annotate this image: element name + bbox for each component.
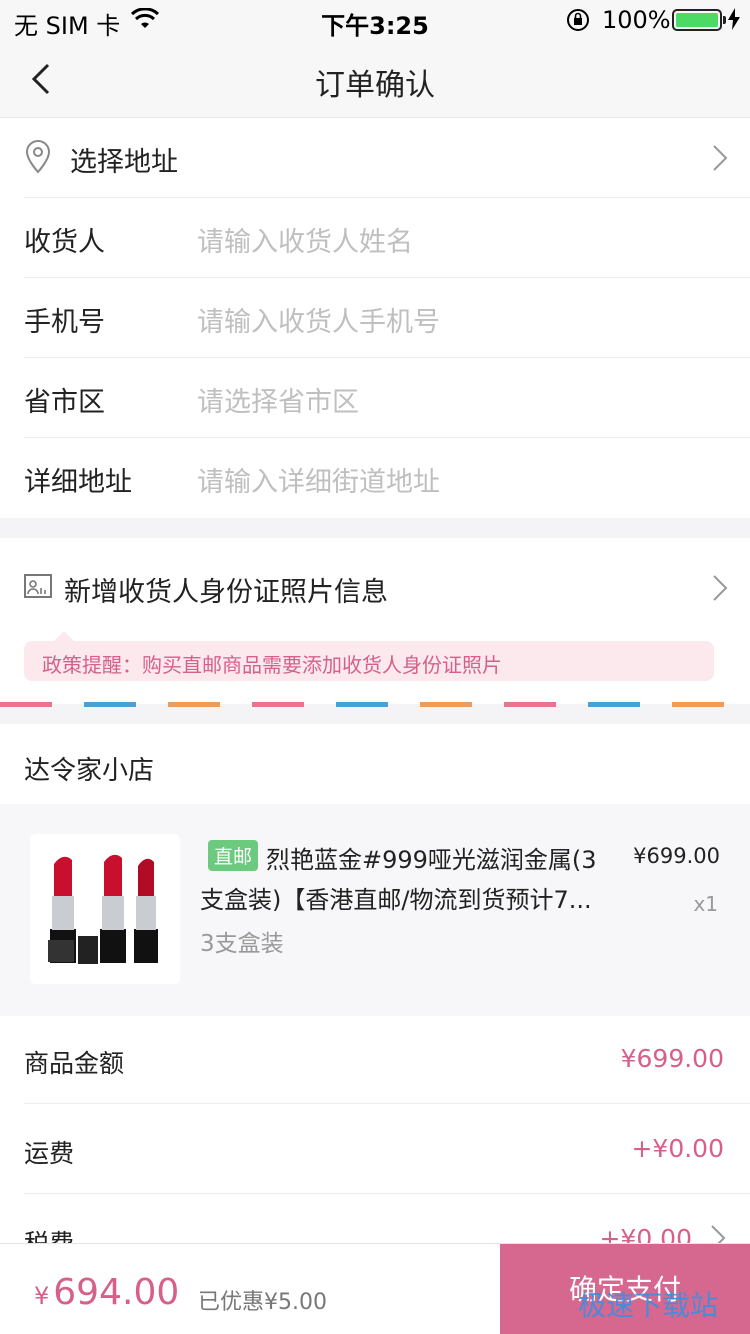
status-bar: 无 SIM 卡 下午3:25 100%: [0, 0, 750, 40]
currency-symbol: ¥: [34, 1282, 50, 1310]
watermark: 极速下载站: [578, 1289, 719, 1322]
detail-address-input[interactable]: 请输入详细街道地址: [197, 460, 440, 499]
receiver-input[interactable]: 请输入收货人姓名: [197, 220, 413, 259]
product-quantity: x1: [693, 892, 718, 916]
shipping-row: 运费 +¥0.00: [24, 1104, 750, 1194]
region-row: 省市区 请选择省市区: [24, 358, 750, 438]
region-label: 省市区: [24, 387, 105, 418]
shipping-label: 运费: [24, 1139, 75, 1168]
region-select[interactable]: 请选择省市区: [197, 380, 359, 419]
location-pin-icon: [24, 140, 52, 178]
select-address-label: 选择地址: [70, 147, 178, 178]
goods-amount-row: 商品金额 ¥699.00: [24, 1014, 750, 1104]
shop-name: 达令家小店: [24, 756, 155, 786]
product-spec: 3支盒装: [200, 931, 284, 957]
product-name: 烈艳蓝金#999哑光滋润金属(3支盒装)【香港直邮/物流到货预计7...: [200, 846, 597, 914]
policy-notice: 政策提醒：购买直邮商品需要添加收货人身份证照片: [24, 631, 714, 681]
id-card-icon: [24, 574, 52, 602]
shipping-value: +¥0.00: [631, 1134, 724, 1163]
id-photo-label: 新增收货人身份证照片信息: [64, 577, 388, 608]
envelope-stripe-divider: [0, 702, 750, 707]
total-amount: 694.00: [53, 1272, 180, 1313]
battery-icon: [672, 9, 726, 31]
product-item[interactable]: 直邮 烈艳蓝金#999哑光滋润金属(3支盒装)【香港直邮/物流到货预计7... …: [0, 804, 750, 1016]
goods-amount-value: ¥699.00: [620, 1044, 724, 1073]
chevron-right-icon: [712, 574, 728, 606]
receiver-row: 收货人 请输入收货人姓名: [24, 198, 750, 278]
product-image: [30, 834, 180, 984]
rotation-lock-icon: [566, 8, 590, 38]
detail-address-label: 详细地址: [24, 467, 132, 498]
phone-label: 手机号: [24, 307, 105, 338]
detail-address-row: 详细地址 请输入详细街道地址: [24, 438, 750, 518]
product-price: ¥699.00: [633, 844, 720, 868]
battery-percent: 100%: [602, 6, 671, 34]
chevron-right-icon: [712, 144, 728, 176]
phone-input[interactable]: 请输入收货人手机号: [197, 300, 440, 339]
phone-row: 手机号 请输入收货人手机号: [24, 278, 750, 358]
receiver-label: 收货人: [24, 227, 105, 258]
id-photo-card[interactable]: 新增收货人身份证照片信息 政策提醒：购买直邮商品需要添加收货人身份证照片: [0, 538, 750, 704]
total-price: ¥694.00: [34, 1272, 179, 1313]
select-address-row[interactable]: 选择地址: [24, 118, 750, 198]
page-title: 订单确认: [315, 68, 435, 103]
shop-card: 达令家小店 直邮 烈艳蓝金#999哑光滋润金属(3支盒装)【香港直邮/物流到货预…: [0, 724, 750, 1284]
goods-amount-label: 商品金额: [24, 1049, 125, 1078]
address-card: 选择地址 收货人 请输入收货人姓名 手机号 请输入收货人手机号 省市区 请选择省…: [0, 118, 750, 518]
nav-bar: 订单确认: [0, 40, 750, 118]
charging-icon: [728, 8, 740, 36]
discount-text: 已优惠¥5.00: [198, 1290, 327, 1315]
